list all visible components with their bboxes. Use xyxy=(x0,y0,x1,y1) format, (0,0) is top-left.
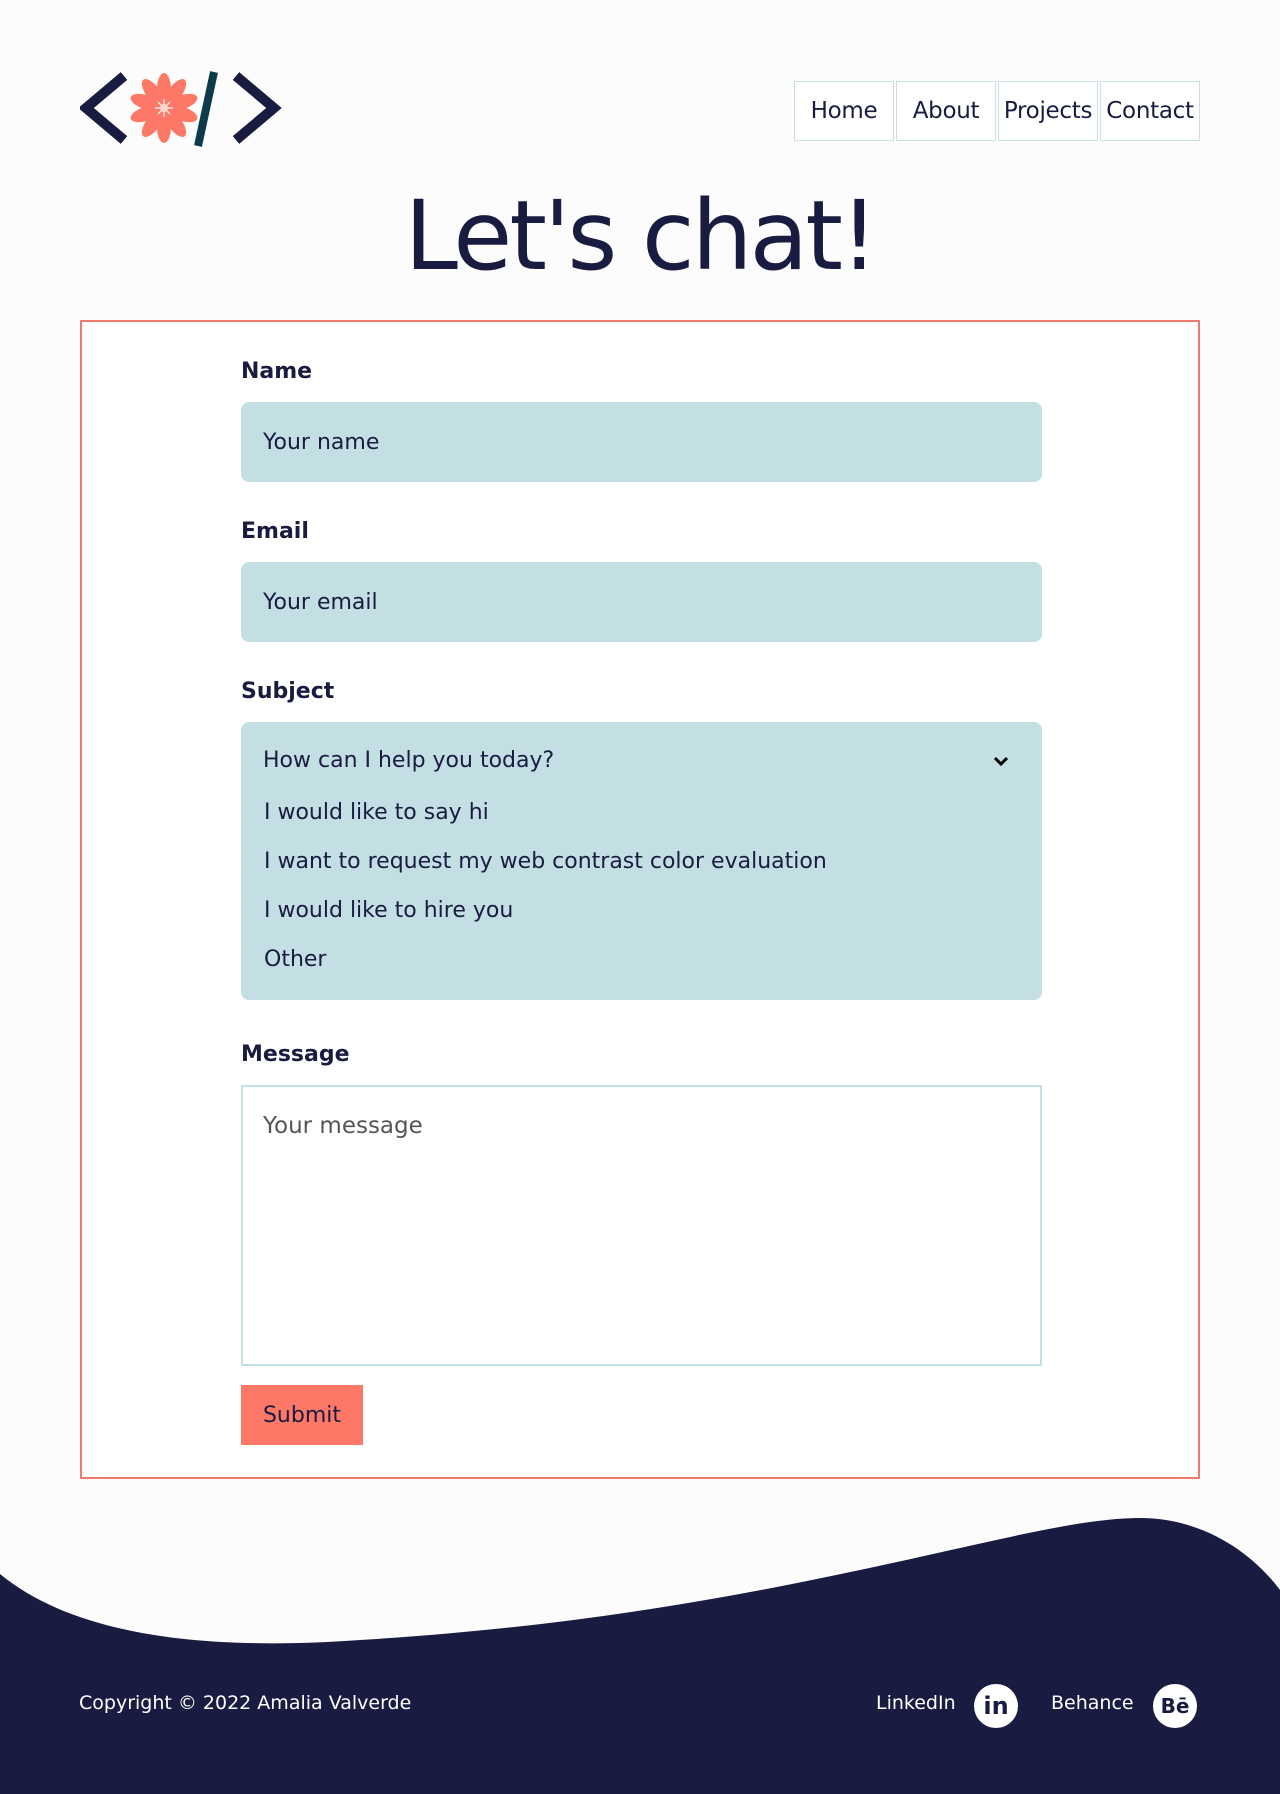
message-textarea[interactable]: Your message xyxy=(241,1085,1042,1366)
copyright-text: Copyright © 2022 Amalia Valverde xyxy=(79,1692,412,1714)
logo[interactable] xyxy=(80,70,284,154)
linkedin-icon[interactable]: in xyxy=(974,1684,1018,1728)
behance-icon[interactable]: Bē xyxy=(1153,1684,1197,1728)
nav-home[interactable]: Home xyxy=(794,81,894,141)
name-label: Name xyxy=(241,359,313,384)
subject-label: Subject xyxy=(241,679,335,704)
name-input[interactable]: Your name xyxy=(241,402,1042,482)
flower-icon xyxy=(130,73,198,143)
nav-about[interactable]: About xyxy=(896,81,996,141)
subject-option[interactable]: I want to request my web contrast color … xyxy=(264,849,827,874)
email-input[interactable]: Your email xyxy=(241,562,1042,642)
nav-contact[interactable]: Contact xyxy=(1100,81,1200,141)
subject-option[interactable]: I would like to hire you xyxy=(264,898,513,923)
submit-button[interactable]: Submit xyxy=(241,1385,363,1445)
chevron-down-icon xyxy=(993,756,1009,767)
linkedin-link[interactable]: LinkedIn xyxy=(876,1692,956,1714)
subject-option[interactable]: Other xyxy=(264,947,326,972)
contact-form: Name Your name Email Your email Subject … xyxy=(80,320,1200,1479)
page-title: Let's chat! xyxy=(404,180,879,292)
subject-selected-value: How can I help you today? xyxy=(263,748,555,773)
subject-select[interactable]: How can I help you today? I would like t… xyxy=(241,722,1042,1000)
email-label: Email xyxy=(241,519,309,544)
page: Home About Projects Contact Let's chat! … xyxy=(0,0,1280,1794)
subject-option[interactable]: I would like to say hi xyxy=(264,800,489,825)
main-nav: Home About Projects Contact xyxy=(794,81,1200,141)
message-label: Message xyxy=(241,1042,350,1067)
behance-link[interactable]: Behance xyxy=(1051,1692,1134,1714)
footer-background xyxy=(0,1518,1280,1794)
nav-projects[interactable]: Projects xyxy=(998,81,1098,141)
